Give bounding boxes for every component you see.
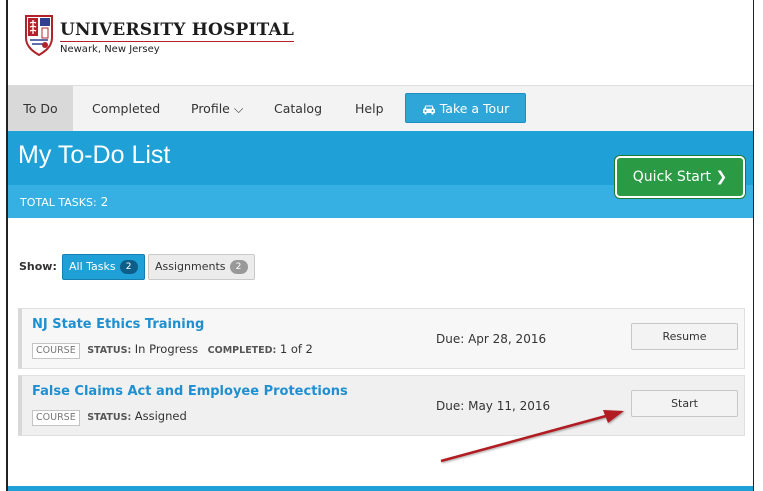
page-title: My To-Do List — [18, 141, 171, 169]
filter-assignments[interactable]: Assignments 2 — [148, 254, 255, 280]
page-banner: My To-Do List Quick Start ❯ — [8, 131, 753, 198]
task-meta: COURSE STATUS: In Progress COMPLETED: 1 … — [32, 342, 319, 359]
task-meta: COURSE STATUS: Assigned — [32, 409, 193, 426]
completed-key: COMPLETED: — [207, 345, 277, 356]
header: UNIVERSITY HOSPITAL Newark, New Jersey — [8, 0, 753, 85]
nav-catalog[interactable]: Catalog — [274, 86, 322, 132]
nav-help[interactable]: Help — [355, 86, 384, 132]
due-date: Due: May 11, 2016 — [436, 399, 551, 413]
filter-assignments-label: Assignments — [155, 260, 226, 273]
nav-completed[interactable]: Completed — [92, 86, 160, 132]
status-value: Assigned — [134, 409, 187, 423]
main-content: Show: All Tasks 2 Assignments 2 NJ State E… — [8, 218, 753, 488]
list-item: NJ State Ethics Training COURSE STATUS: … — [18, 308, 745, 369]
filter-all-tasks[interactable]: All Tasks 2 — [62, 254, 145, 280]
status-key: STATUS: — [87, 412, 132, 423]
due-date: Due: Apr 28, 2016 — [436, 332, 547, 346]
filter-all-tasks-label: All Tasks — [69, 260, 116, 273]
take-a-tour-label: Take a Tour — [439, 101, 510, 116]
nav-todo[interactable]: To Do — [8, 86, 73, 132]
status-value: In Progress — [134, 342, 199, 356]
total-tasks-count: 2 — [100, 195, 109, 209]
course-tag: COURSE — [32, 343, 80, 359]
total-tasks-label: TOTAL TASKS: — [20, 196, 97, 209]
resume-button[interactable]: Resume — [631, 323, 738, 350]
car-icon — [422, 105, 435, 115]
footer-bar — [8, 486, 753, 491]
brand-subtitle: Newark, New Jersey — [60, 44, 160, 55]
nav-profile[interactable]: Profile ⌵ — [191, 86, 243, 132]
count-badge: 2 — [229, 260, 248, 274]
course-tag: COURSE — [32, 410, 80, 426]
take-a-tour-button[interactable]: Take a Tour — [405, 93, 526, 123]
show-label: Show: — [19, 260, 57, 273]
count-badge: 2 — [119, 260, 138, 274]
total-tasks: TOTAL TASKS: 2 — [20, 195, 108, 209]
task-title-link[interactable]: False Claims Act and Employee Protection… — [32, 384, 348, 399]
logo[interactable]: UNIVERSITY HOSPITAL Newark, New Jersey — [24, 14, 295, 56]
brand-title: UNIVERSITY HOSPITAL — [60, 20, 295, 42]
status-key: STATUS: — [87, 345, 132, 356]
completed-value: 1 of 2 — [279, 342, 313, 356]
list-item: False Claims Act and Employee Protection… — [18, 375, 745, 436]
top-nav: To Do Completed Profile ⌵ Catalog Help T… — [8, 85, 753, 132]
task-title-link[interactable]: NJ State Ethics Training — [32, 317, 204, 332]
quick-start-button[interactable]: Quick Start ❯ — [615, 156, 745, 198]
start-button[interactable]: Start — [631, 390, 738, 417]
hospital-shield-logo-icon — [25, 15, 53, 56]
